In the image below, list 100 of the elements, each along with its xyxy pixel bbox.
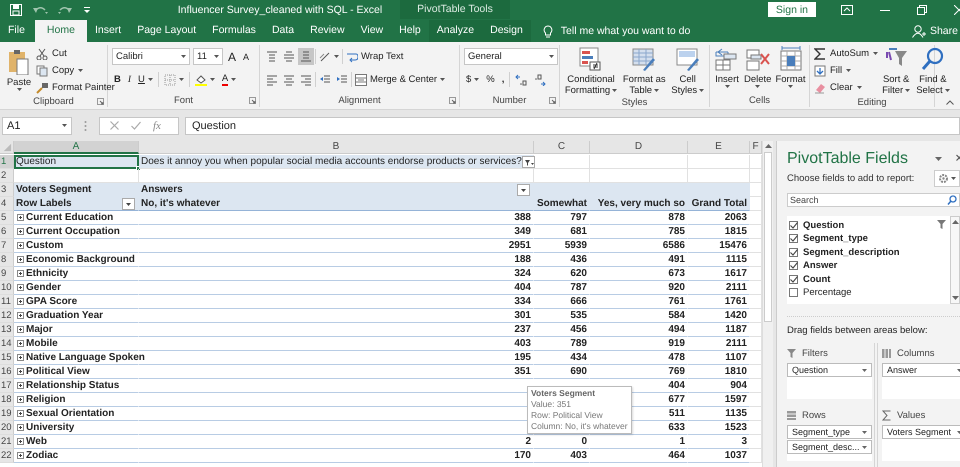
checkmark-icon[interactable] [131,121,141,130]
ribbon-tab[interactable]: Help [391,20,429,42]
ribbon-tab[interactable]: View [352,20,392,42]
wrap-text-button[interactable]: Wrap Text [344,48,406,65]
underline-button[interactable]: U [136,71,155,88]
field-label[interactable]: Question [803,220,844,231]
dialog-launcher-icon[interactable] [449,97,456,104]
filter-dropdown-icon[interactable] [522,156,535,168]
save-icon[interactable] [10,4,22,16]
expand-icon[interactable] [17,214,24,221]
row-header[interactable]: 6 [0,225,14,239]
ribbon-button[interactable]: Format [773,45,808,89]
scroll-up-icon[interactable] [952,220,958,224]
font-name-dropdown[interactable]: Calibri [112,48,190,65]
expand-icon[interactable] [17,382,24,389]
tell-me-search[interactable]: Tell me what you want to do [530,20,690,42]
font-size-dropdown[interactable]: 11 [193,48,223,65]
table-cell[interactable]: Question [14,155,139,169]
redo-icon[interactable] [58,4,74,14]
ribbon-tab[interactable]: Data [264,20,302,42]
field-label[interactable]: Segment_description [803,246,900,258]
ribbon-display-icon[interactable] [841,4,853,14]
expand-icon[interactable] [17,298,24,305]
field-chip[interactable]: Segment_type [787,425,872,439]
ribbon-button[interactable]: Insert [712,45,742,89]
expand-icon[interactable] [17,410,24,417]
undo-icon[interactable] [32,4,48,14]
column-header[interactable]: D [590,141,688,154]
scroll-down-icon[interactable] [952,296,958,300]
row-header[interactable]: 10 [0,281,14,295]
customize-icon[interactable] [84,6,90,12]
vertical-scrollbar[interactable] [762,141,773,467]
checkbox[interactable] [789,234,798,244]
field-chip[interactable]: Voters Segment [882,425,960,439]
expand-icon[interactable] [17,424,24,431]
expand-icon[interactable] [17,256,24,263]
restore-icon[interactable] [917,4,927,14]
checkbox[interactable] [789,288,798,298]
ribbon-button[interactable]: Conditional Formatting [562,45,620,97]
row-header[interactable]: 13 [0,323,14,337]
expand-icon[interactable] [17,354,24,361]
dropdown-icon[interactable] [122,198,135,210]
bottom-align-button[interactable] [298,48,314,65]
row-header[interactable]: 22 [0,449,14,463]
expand-icon[interactable] [17,452,24,459]
row-header[interactable]: 15 [0,351,14,365]
field-label[interactable]: Answer [803,260,838,272]
close-icon[interactable] [956,154,960,164]
insert-function-button[interactable]: fx [153,120,161,132]
close-icon[interactable] [954,4,960,14]
percent-button[interactable]: % [484,71,497,88]
comma-button[interactable]: , [500,71,506,88]
dropdown-icon[interactable] [517,184,530,196]
grow-font-button[interactable]: A [226,48,238,65]
ribbon-button[interactable]: Paste [4,45,34,92]
number-format-dropdown[interactable]: General [464,48,558,65]
expand-icon[interactable] [17,312,24,319]
expand-icon[interactable] [17,326,24,333]
row-header[interactable]: 3 [0,183,14,197]
ribbon-tab[interactable]: Design [482,20,531,42]
checkbox[interactable] [789,220,798,230]
checkbox[interactable] [789,261,798,270]
row-header[interactable]: 19 [0,407,14,421]
shrink-font-button[interactable]: A [241,48,252,65]
ribbon-button[interactable]: Find & Select [914,45,952,97]
merge-center-button[interactable]: Merge & Center [353,71,448,88]
font-color-button[interactable]: A [220,71,238,88]
column-header[interactable]: E [688,141,750,154]
ribbon-button[interactable]: Fill [814,63,878,78]
expand-icon[interactable] [17,228,24,235]
column-header[interactable]: F [750,141,762,154]
expand-icon[interactable] [17,368,24,375]
row-header[interactable]: 1 [0,155,14,169]
row-header[interactable]: 2 [0,169,14,183]
empty-cell[interactable] [688,155,750,169]
scroll-up-icon[interactable] [764,144,772,148]
list-scrollbar[interactable] [950,216,960,304]
row-header[interactable]: 12 [0,309,14,323]
formula-field[interactable]: Question [185,116,960,134]
row-header[interactable]: 17 [0,379,14,393]
settings-button[interactable] [934,170,960,188]
field-chip[interactable]: Answer [882,363,960,377]
expand-icon[interactable] [17,270,24,277]
checkbox[interactable] [789,274,798,284]
row-header[interactable]: 21 [0,435,14,449]
row-header[interactable]: 9 [0,267,14,281]
ribbon-tab[interactable]: Analyze [428,20,482,42]
ribbon-button[interactable]: Format Painter [36,80,115,95]
field-label[interactable]: Segment_type [803,233,868,244]
expand-icon[interactable] [17,284,24,291]
row-header[interactable]: 18 [0,393,14,407]
expand-icon[interactable] [17,438,24,445]
ribbon-tab[interactable]: Formulas [204,20,264,42]
name-box[interactable]: A1 [2,116,72,134]
row-header[interactable]: 4 [0,197,14,211]
expand-icon[interactable] [17,396,24,403]
ribbon-button[interactable]: Delete [742,45,774,89]
expand-icon[interactable] [17,242,24,249]
collapse-ribbon-icon[interactable] [946,100,954,105]
column-header[interactable]: B [139,141,534,154]
